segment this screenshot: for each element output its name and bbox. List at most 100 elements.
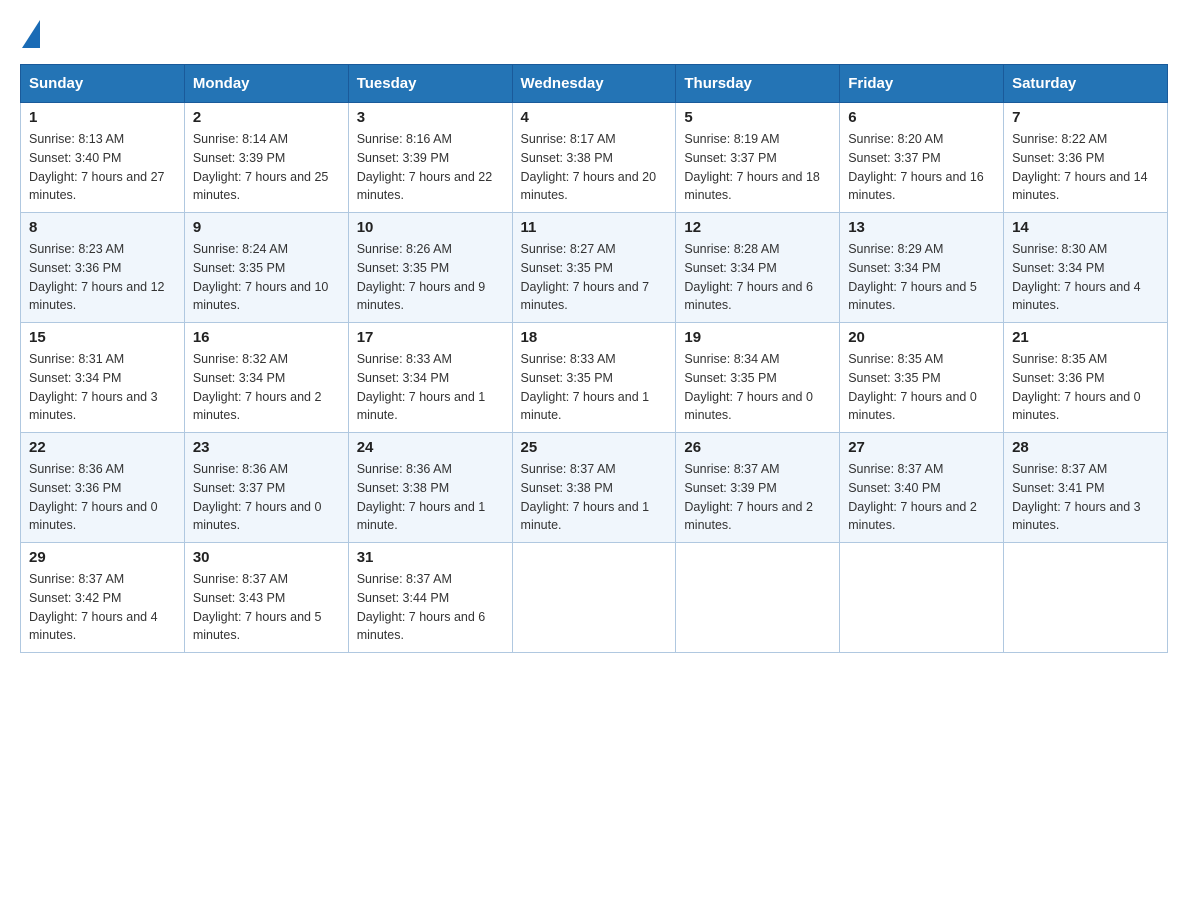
day-number: 2 (193, 109, 340, 126)
calendar-cell: 24 Sunrise: 8:36 AMSunset: 3:38 PMDaylig… (348, 433, 512, 543)
header-wednesday: Wednesday (512, 65, 676, 103)
calendar-cell: 11 Sunrise: 8:27 AMSunset: 3:35 PMDaylig… (512, 213, 676, 323)
calendar-cell: 21 Sunrise: 8:35 AMSunset: 3:36 PMDaylig… (1004, 323, 1168, 433)
day-info: Sunrise: 8:14 AMSunset: 3:39 PMDaylight:… (193, 132, 329, 202)
logo (20, 20, 40, 44)
day-info: Sunrise: 8:36 AMSunset: 3:38 PMDaylight:… (357, 462, 486, 532)
calendar-cell: 19 Sunrise: 8:34 AMSunset: 3:35 PMDaylig… (676, 323, 840, 433)
day-info: Sunrise: 8:29 AMSunset: 3:34 PMDaylight:… (848, 242, 977, 312)
day-info: Sunrise: 8:16 AMSunset: 3:39 PMDaylight:… (357, 132, 493, 202)
day-info: Sunrise: 8:36 AMSunset: 3:37 PMDaylight:… (193, 462, 322, 532)
day-info: Sunrise: 8:37 AMSunset: 3:39 PMDaylight:… (684, 462, 813, 532)
day-info: Sunrise: 8:37 AMSunset: 3:44 PMDaylight:… (357, 572, 486, 642)
day-number: 29 (29, 549, 176, 566)
calendar-cell: 27 Sunrise: 8:37 AMSunset: 3:40 PMDaylig… (840, 433, 1004, 543)
calendar-cell: 9 Sunrise: 8:24 AMSunset: 3:35 PMDayligh… (184, 213, 348, 323)
calendar-cell: 17 Sunrise: 8:33 AMSunset: 3:34 PMDaylig… (348, 323, 512, 433)
calendar-cell: 7 Sunrise: 8:22 AMSunset: 3:36 PMDayligh… (1004, 103, 1168, 213)
header-monday: Monday (184, 65, 348, 103)
week-row-3: 15 Sunrise: 8:31 AMSunset: 3:34 PMDaylig… (21, 323, 1168, 433)
day-info: Sunrise: 8:31 AMSunset: 3:34 PMDaylight:… (29, 352, 158, 422)
page-header (20, 20, 1168, 44)
day-number: 30 (193, 549, 340, 566)
calendar-cell: 23 Sunrise: 8:36 AMSunset: 3:37 PMDaylig… (184, 433, 348, 543)
day-info: Sunrise: 8:36 AMSunset: 3:36 PMDaylight:… (29, 462, 158, 532)
header-sunday: Sunday (21, 65, 185, 103)
day-number: 25 (521, 439, 668, 456)
calendar-cell: 25 Sunrise: 8:37 AMSunset: 3:38 PMDaylig… (512, 433, 676, 543)
day-info: Sunrise: 8:28 AMSunset: 3:34 PMDaylight:… (684, 242, 813, 312)
day-number: 1 (29, 109, 176, 126)
day-number: 7 (1012, 109, 1159, 126)
day-number: 8 (29, 219, 176, 236)
calendar-cell: 15 Sunrise: 8:31 AMSunset: 3:34 PMDaylig… (21, 323, 185, 433)
day-number: 22 (29, 439, 176, 456)
day-info: Sunrise: 8:27 AMSunset: 3:35 PMDaylight:… (521, 242, 650, 312)
day-number: 12 (684, 219, 831, 236)
day-info: Sunrise: 8:37 AMSunset: 3:42 PMDaylight:… (29, 572, 158, 642)
calendar-cell: 10 Sunrise: 8:26 AMSunset: 3:35 PMDaylig… (348, 213, 512, 323)
calendar-cell: 8 Sunrise: 8:23 AMSunset: 3:36 PMDayligh… (21, 213, 185, 323)
day-info: Sunrise: 8:13 AMSunset: 3:40 PMDaylight:… (29, 132, 165, 202)
day-info: Sunrise: 8:37 AMSunset: 3:41 PMDaylight:… (1012, 462, 1141, 532)
day-number: 15 (29, 329, 176, 346)
day-info: Sunrise: 8:33 AMSunset: 3:35 PMDaylight:… (521, 352, 650, 422)
day-info: Sunrise: 8:24 AMSunset: 3:35 PMDaylight:… (193, 242, 329, 312)
header-thursday: Thursday (676, 65, 840, 103)
week-row-4: 22 Sunrise: 8:36 AMSunset: 3:36 PMDaylig… (21, 433, 1168, 543)
day-number: 18 (521, 329, 668, 346)
day-number: 5 (684, 109, 831, 126)
calendar-cell: 5 Sunrise: 8:19 AMSunset: 3:37 PMDayligh… (676, 103, 840, 213)
week-row-1: 1 Sunrise: 8:13 AMSunset: 3:40 PMDayligh… (21, 103, 1168, 213)
calendar-cell: 3 Sunrise: 8:16 AMSunset: 3:39 PMDayligh… (348, 103, 512, 213)
calendar-cell: 22 Sunrise: 8:36 AMSunset: 3:36 PMDaylig… (21, 433, 185, 543)
day-info: Sunrise: 8:23 AMSunset: 3:36 PMDaylight:… (29, 242, 165, 312)
calendar-cell: 26 Sunrise: 8:37 AMSunset: 3:39 PMDaylig… (676, 433, 840, 543)
calendar-cell: 13 Sunrise: 8:29 AMSunset: 3:34 PMDaylig… (840, 213, 1004, 323)
calendar-cell (676, 543, 840, 653)
calendar-cell: 4 Sunrise: 8:17 AMSunset: 3:38 PMDayligh… (512, 103, 676, 213)
day-info: Sunrise: 8:37 AMSunset: 3:40 PMDaylight:… (848, 462, 977, 532)
day-number: 21 (1012, 329, 1159, 346)
day-number: 14 (1012, 219, 1159, 236)
calendar-cell: 18 Sunrise: 8:33 AMSunset: 3:35 PMDaylig… (512, 323, 676, 433)
day-info: Sunrise: 8:17 AMSunset: 3:38 PMDaylight:… (521, 132, 657, 202)
calendar-cell: 29 Sunrise: 8:37 AMSunset: 3:42 PMDaylig… (21, 543, 185, 653)
calendar-cell: 2 Sunrise: 8:14 AMSunset: 3:39 PMDayligh… (184, 103, 348, 213)
day-info: Sunrise: 8:30 AMSunset: 3:34 PMDaylight:… (1012, 242, 1141, 312)
header-friday: Friday (840, 65, 1004, 103)
day-number: 16 (193, 329, 340, 346)
logo-triangle-icon (22, 20, 40, 48)
calendar-cell (512, 543, 676, 653)
calendar-cell: 20 Sunrise: 8:35 AMSunset: 3:35 PMDaylig… (840, 323, 1004, 433)
calendar-cell: 30 Sunrise: 8:37 AMSunset: 3:43 PMDaylig… (184, 543, 348, 653)
day-number: 27 (848, 439, 995, 456)
calendar-cell: 6 Sunrise: 8:20 AMSunset: 3:37 PMDayligh… (840, 103, 1004, 213)
calendar-cell: 12 Sunrise: 8:28 AMSunset: 3:34 PMDaylig… (676, 213, 840, 323)
day-number: 20 (848, 329, 995, 346)
day-number: 23 (193, 439, 340, 456)
day-info: Sunrise: 8:22 AMSunset: 3:36 PMDaylight:… (1012, 132, 1148, 202)
day-number: 3 (357, 109, 504, 126)
day-number: 28 (1012, 439, 1159, 456)
header-tuesday: Tuesday (348, 65, 512, 103)
calendar-cell: 1 Sunrise: 8:13 AMSunset: 3:40 PMDayligh… (21, 103, 185, 213)
day-info: Sunrise: 8:33 AMSunset: 3:34 PMDaylight:… (357, 352, 486, 422)
day-info: Sunrise: 8:32 AMSunset: 3:34 PMDaylight:… (193, 352, 322, 422)
day-number: 6 (848, 109, 995, 126)
day-info: Sunrise: 8:34 AMSunset: 3:35 PMDaylight:… (684, 352, 813, 422)
day-number: 26 (684, 439, 831, 456)
day-info: Sunrise: 8:37 AMSunset: 3:43 PMDaylight:… (193, 572, 322, 642)
day-number: 10 (357, 219, 504, 236)
day-number: 24 (357, 439, 504, 456)
day-number: 31 (357, 549, 504, 566)
calendar-cell (840, 543, 1004, 653)
day-info: Sunrise: 8:26 AMSunset: 3:35 PMDaylight:… (357, 242, 486, 312)
day-info: Sunrise: 8:19 AMSunset: 3:37 PMDaylight:… (684, 132, 820, 202)
week-row-5: 29 Sunrise: 8:37 AMSunset: 3:42 PMDaylig… (21, 543, 1168, 653)
calendar-cell: 28 Sunrise: 8:37 AMSunset: 3:41 PMDaylig… (1004, 433, 1168, 543)
calendar-header-row: SundayMondayTuesdayWednesdayThursdayFrid… (21, 65, 1168, 103)
day-info: Sunrise: 8:35 AMSunset: 3:35 PMDaylight:… (848, 352, 977, 422)
day-number: 13 (848, 219, 995, 236)
day-number: 4 (521, 109, 668, 126)
